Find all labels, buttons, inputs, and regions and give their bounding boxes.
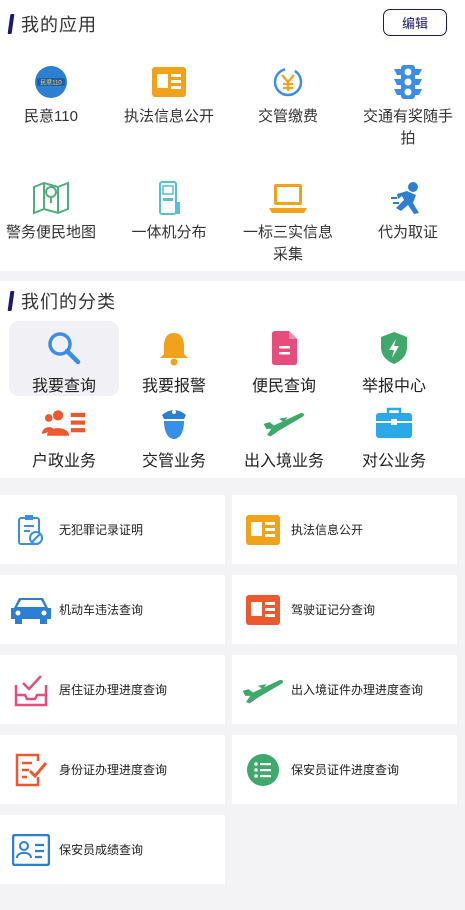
airplane-icon [262,401,306,445]
category-alarm[interactable]: 我要报警 [119,321,229,396]
app-minyi110[interactable]: 民意110 民意110 [0,62,109,128]
category-search[interactable]: 我要查询 [9,321,119,396]
service-label: 执法信息公开 [291,523,364,537]
service-label: 居住证办理进度查询 [59,683,168,697]
categories-title: 我们的分类 [21,292,116,312]
category-label: 便民查询 [251,378,316,395]
category-traffic[interactable]: 交管业务 [119,396,229,471]
people-list-icon [42,401,86,445]
category-label: 对公业务 [361,453,426,470]
bell-icon [152,326,196,370]
category-exit-entry[interactable]: 出入境业务 [229,396,339,471]
edit-button[interactable]: 编辑 [383,9,447,36]
section-marker [7,14,15,34]
category-report-center[interactable]: 举报中心 [339,321,449,396]
service-label: 出入境证件办理进度查询 [291,683,424,697]
kiosk-icon [149,178,189,218]
category-label: 我要查询 [31,378,96,395]
news-card-icon [241,508,285,552]
service-exit-entry-permit[interactable]: 出入境证件办理进度查询 [232,655,457,724]
map-pin-icon [31,178,71,218]
service-label: 保安员成绩查询 [59,843,144,857]
briefcase-icon [372,401,416,445]
service-security-guard-cert[interactable]: 保安员证件进度查询 [232,735,457,804]
service-id-card[interactable]: 身份证办理进度查询 [0,735,225,804]
app-label: 代为取证 [377,224,438,241]
badge-text: 民意110 [40,79,62,87]
police-officer-icon [152,401,196,445]
my-apps-title: 我的应用 [21,15,97,35]
app-label: 一标三实信息采集 [242,224,333,263]
car-icon [9,588,53,632]
running-person-icon [388,178,428,218]
minyi110-icon: 民意110 [31,62,71,102]
app-label: 民意110 [24,108,78,125]
service-law-info[interactable]: 执法信息公开 [232,495,457,564]
my-apps-section: 我的应用 编辑 民意110 民意110 执法信息公开 交管缴费 交通有奖随手拍 … [0,0,465,271]
categories-header: 我们的分类 [7,288,116,314]
service-label: 驾驶证记分查询 [291,603,376,617]
airplane-icon [241,668,285,712]
app-police-map[interactable]: 警务便民地图 [0,178,109,244]
news-card-icon [149,62,189,102]
laptop-icon [268,178,308,218]
checklist-edit-icon [9,748,53,792]
my-apps-header: 我的应用 [7,11,97,37]
service-label: 身份证办理进度查询 [59,763,168,777]
inbox-check-icon [9,668,53,712]
app-traffic-photo[interactable]: 交通有奖随手拍 [350,62,465,150]
service-residence-permit[interactable]: 居住证办理进度查询 [0,655,225,724]
service-label: 机动车违法查询 [59,603,144,617]
category-corporate[interactable]: 对公业务 [339,396,449,471]
yen-payment-icon [268,62,308,102]
service-no-criminal-record[interactable]: 无犯罪记录证明 [0,495,225,564]
app-traffic-payment[interactable]: 交管缴费 [230,62,346,128]
id-card-icon [9,828,53,872]
category-label: 户政业务 [31,453,96,470]
service-vehicle-violation[interactable]: 机动车违法查询 [0,575,225,644]
list-circle-icon [241,748,285,792]
license-card-icon [241,588,285,632]
category-label: 出入境业务 [243,453,324,470]
clipboard-no-icon [9,508,53,552]
app-evidence[interactable]: 代为取证 [350,178,465,244]
app-law-info[interactable]: 执法信息公开 [111,62,227,128]
service-label: 保安员证件进度查询 [291,763,400,777]
section-marker [7,291,15,311]
service-security-guard-score[interactable]: 保安员成绩查询 [0,815,225,884]
shield-bolt-icon [372,326,416,370]
app-info-collection[interactable]: 一标三实信息采集 [230,178,346,266]
app-label: 一体机分布 [131,224,207,241]
category-label: 举报中心 [361,378,426,395]
category-public-query[interactable]: 便民查询 [229,321,339,396]
category-household[interactable]: 户政业务 [9,396,119,471]
search-icon [42,326,86,370]
service-label: 无犯罪记录证明 [59,523,144,537]
service-license-points[interactable]: 驾驶证记分查询 [232,575,457,644]
app-label: 交通有奖随手拍 [362,108,453,147]
app-label: 执法信息公开 [123,108,214,125]
app-label: 交管缴费 [257,108,318,125]
category-label: 我要报警 [141,378,206,395]
traffic-light-icon [388,62,428,102]
app-label: 警务便民地图 [5,224,96,241]
document-icon [262,326,306,370]
category-label: 交管业务 [141,453,206,470]
categories-section: 我们的分类 我要查询 我要报警 便民查询 举报中心 户政业务 交管业务 出入境业… [0,281,465,478]
app-kiosk[interactable]: 一体机分布 [111,178,227,244]
